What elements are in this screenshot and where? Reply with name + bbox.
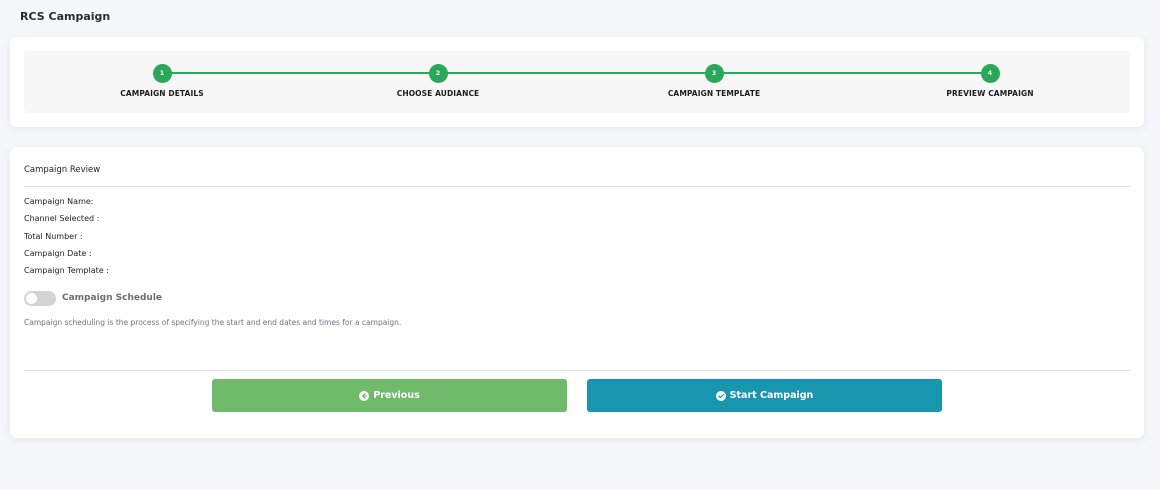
- step-label: PREVIEW CAMPAIGN: [946, 89, 1034, 98]
- step-number: 4: [980, 64, 1000, 83]
- start-campaign-button[interactable]: Start Campaign: [587, 379, 942, 412]
- toggle-knob: [26, 293, 37, 304]
- step-choose-audiance[interactable]: 2 CHOOSE AUDIANCE: [338, 64, 538, 98]
- field-campaign-template: Campaign Template :: [24, 266, 109, 275]
- field-total-number: Total Number :: [24, 232, 83, 241]
- review-title: Campaign Review: [24, 165, 101, 175]
- field-campaign-name: Campaign Name:: [24, 197, 94, 206]
- step-number: 3: [704, 64, 724, 83]
- start-campaign-button-label: Start Campaign: [729, 390, 814, 401]
- stepper-progress-line: [162, 72, 990, 74]
- step-campaign-details[interactable]: 1 CAMPAIGN DETAILS: [62, 64, 262, 98]
- check-circle-icon: [715, 390, 726, 401]
- previous-button-label: Previous: [373, 390, 420, 401]
- stepper: 1 CAMPAIGN DETAILS 2 CHOOSE AUDIANCE 3 C…: [24, 51, 1130, 113]
- step-preview-campaign[interactable]: 4 PREVIEW CAMPAIGN: [890, 64, 1090, 98]
- step-number: 1: [152, 64, 172, 83]
- campaign-review-card: Campaign Review Campaign Name: Channel S…: [10, 147, 1144, 438]
- review-divider-bottom: [24, 370, 1130, 371]
- step-campaign-template[interactable]: 3 CAMPAIGN TEMPLATE: [614, 64, 814, 98]
- campaign-schedule-label: Campaign Schedule: [62, 293, 163, 303]
- field-campaign-date: Campaign Date :: [24, 249, 92, 258]
- step-label: CAMPAIGN TEMPLATE: [667, 89, 761, 98]
- previous-button[interactable]: Previous: [212, 379, 567, 412]
- campaign-schedule-toggle[interactable]: [24, 291, 56, 306]
- arrow-circle-left-icon: [359, 390, 370, 401]
- step-label: CHOOSE AUDIANCE: [396, 89, 480, 98]
- field-channel-selected: Channel Selected :: [24, 214, 100, 223]
- stepper-card: 1 CAMPAIGN DETAILS 2 CHOOSE AUDIANCE 3 C…: [10, 37, 1144, 127]
- step-label: CAMPAIGN DETAILS: [120, 89, 204, 98]
- page-title: RCS Campaign: [20, 10, 111, 23]
- review-divider-top: [24, 186, 1130, 187]
- campaign-schedule-description: Campaign scheduling is the process of sp…: [24, 318, 402, 327]
- step-number: 2: [428, 64, 448, 83]
